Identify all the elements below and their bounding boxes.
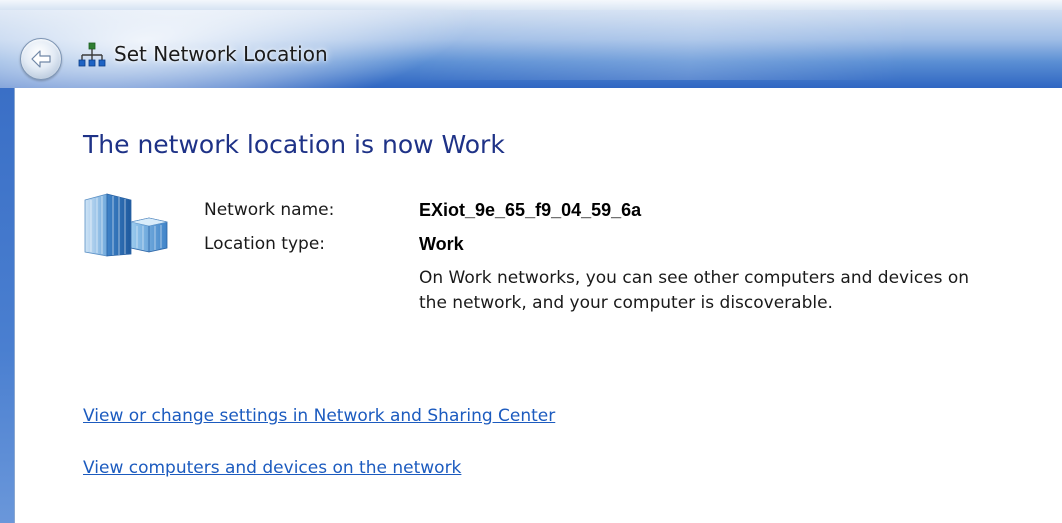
network-sharing-center-link[interactable]: View or change settings in Network and S… xyxy=(83,406,555,426)
network-icon xyxy=(78,42,106,67)
building-icon xyxy=(84,193,168,257)
window-left-edge xyxy=(0,88,14,523)
view-computers-link[interactable]: View computers and devices on the networ… xyxy=(83,458,461,478)
location-type-label: Location type: xyxy=(204,234,326,254)
back-arrow-icon xyxy=(31,50,51,68)
location-type-value: Work xyxy=(419,234,464,254)
set-network-location-window: Set Network Location The network locatio… xyxy=(0,0,1062,523)
title-bar: Set Network Location xyxy=(0,0,1062,88)
window-title: Set Network Location xyxy=(114,42,328,66)
content-panel: The network location is now Work Network… xyxy=(14,88,1062,523)
network-name-value: EXiot_9e_65_f9_04_59_6a xyxy=(419,200,642,220)
page-title: The network location is now Work xyxy=(83,130,505,159)
back-button[interactable] xyxy=(20,38,62,80)
location-description: On Work networks, you can see other comp… xyxy=(419,268,970,313)
title-bar-top-strip xyxy=(0,0,1062,10)
network-name-label: Network name: xyxy=(204,200,335,220)
